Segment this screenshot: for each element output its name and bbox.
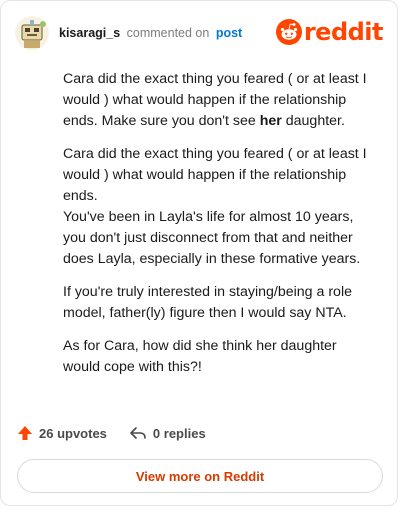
paragraph-text: As for Cara, how did she think her daugh… [63,338,337,375]
comment-paragraph: If you're truly interested in staying/be… [63,282,373,324]
commented-on-text: commented on [126,26,210,40]
reddit-logo[interactable]: reddit [275,18,384,46]
view-more-on-reddit-button[interactable]: View more on Reddit [17,459,383,493]
reddit-wordmark: reddit [303,18,384,46]
comment-paragraph: As for Cara, how did she think her daugh… [63,336,373,378]
avatar-robot-icon [15,16,49,50]
reddit-snoo-icon [275,19,302,45]
post-link[interactable]: post [216,26,242,40]
comment-paragraph: Cara did the exact thing you feared ( or… [63,69,373,132]
upvote-button[interactable]: 26 upvotes [17,425,107,441]
paragraph-text: daughter. [281,113,345,129]
paragraph-text: Cara did the exact thing you feared ( or… [63,146,367,204]
paragraph-text: You've been in Layla's life for almost 1… [63,209,361,267]
replies-button[interactable]: 0 replies [129,425,206,441]
comment-card: kisaragi_s commented on post reddit Cara… [0,0,398,506]
avatar[interactable] [15,16,49,50]
comment-actions: 26 upvotes 0 replies [17,425,206,441]
username[interactable]: kisaragi_s [59,26,120,40]
upvote-count: 26 upvotes [39,425,107,441]
replies-count: 0 replies [152,425,206,441]
reply-arrow-icon [130,427,146,439]
comment-paragraph: Cara did the exact thing you feared ( or… [63,144,373,270]
comment-meta: kisaragi_s commented on post [59,26,242,40]
bold-text: her [259,113,282,129]
comment-body: Cara did the exact thing you feared ( or… [63,69,373,390]
upvote-arrow-icon [18,426,32,440]
paragraph-text: If you're truly interested in staying/be… [63,284,352,321]
